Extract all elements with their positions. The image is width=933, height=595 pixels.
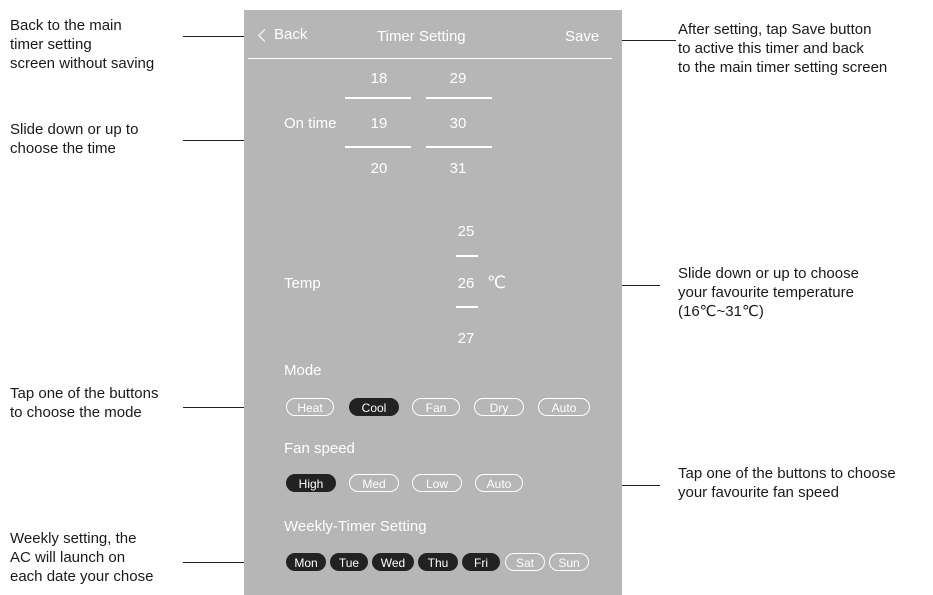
header-divider [248, 58, 612, 59]
hour-selected: 19 [370, 115, 388, 132]
day-mon-button[interactable]: Mon [286, 553, 326, 571]
day-thu-button[interactable]: Thu [418, 553, 458, 571]
annotation-line: choose the time [10, 140, 116, 157]
fan-high-button[interactable]: High [286, 474, 336, 492]
hour-option: 20 [370, 160, 388, 177]
annotation-time: Slide down or up to choose the time [10, 120, 138, 158]
fan-speed-label: Fan speed [284, 440, 355, 457]
day-wed-button[interactable]: Wed [372, 553, 414, 571]
annotation-line: AC will launch on [10, 549, 126, 566]
picker-select-line [456, 306, 478, 308]
annotation-save: After setting, tap Save button to active… [678, 20, 887, 77]
annotation-line: Back to the main [10, 17, 122, 34]
picker-select-line [456, 255, 478, 257]
celsius-unit: ℃ [487, 273, 507, 292]
mode-cool-button[interactable]: Cool [349, 398, 399, 416]
temp-option: 25 [457, 223, 475, 240]
picker-select-line [345, 97, 411, 99]
annotation-temp: Slide down or up to choose your favourit… [678, 264, 859, 321]
weekly-label: Weekly-Timer Setting [284, 518, 427, 535]
picker-select-line [426, 97, 492, 99]
picker-select-line [345, 146, 411, 148]
mode-fan-button[interactable]: Fan [412, 398, 460, 416]
fan-med-button[interactable]: Med [349, 474, 399, 492]
mode-heat-button[interactable]: Heat [286, 398, 334, 416]
mode-dry-button[interactable]: Dry [474, 398, 524, 416]
temp-option: 27 [457, 330, 475, 347]
back-label: Back [274, 26, 308, 43]
annotation-fan: Tap one of the buttons to choose your fa… [678, 464, 896, 502]
annotation-back: Back to the main timer setting screen wi… [10, 16, 154, 73]
annotation-line: Slide down or up to [10, 121, 139, 138]
annotation-line: Slide down or up to choose [678, 265, 859, 282]
hour-option: 18 [370, 70, 388, 87]
annotation-mode: Tap one of the buttons to choose the mod… [10, 384, 158, 422]
annotation-line: to choose the mode [10, 404, 142, 421]
minute-option: 29 [449, 70, 467, 87]
mode-label: Mode [284, 362, 322, 379]
annotation-line: to active this timer and back [678, 40, 864, 57]
annotation-line: Tap one of the buttons to choose [678, 465, 896, 482]
annotation-line: each date your chose [10, 568, 154, 585]
minute-selected: 30 [449, 115, 467, 132]
annotation-line: After setting, tap Save button [678, 21, 872, 38]
save-button[interactable]: Save [565, 28, 599, 45]
temp-label: Temp [284, 275, 321, 292]
back-button[interactable]: Back [254, 24, 324, 48]
mode-auto-button[interactable]: Auto [538, 398, 590, 416]
minute-option: 31 [449, 160, 467, 177]
day-sun-button[interactable]: Sun [549, 553, 589, 571]
annotation-line: Tap one of the buttons [10, 385, 159, 402]
annotation-line: Weekly setting, the [10, 530, 137, 547]
temp-selected: 26 [457, 275, 475, 292]
chevron-left-icon [258, 29, 271, 42]
annotation-line: (16℃~31℃) [678, 303, 764, 320]
annotation-weekly: Weekly setting, the AC will launch on ea… [10, 529, 153, 586]
on-time-label: On time [284, 115, 337, 132]
picker-select-line [426, 146, 492, 148]
day-sat-button[interactable]: Sat [505, 553, 545, 571]
fan-low-button[interactable]: Low [412, 474, 462, 492]
day-fri-button[interactable]: Fri [462, 553, 500, 571]
annotation-line: to the main timer setting screen [678, 59, 888, 76]
annotation-line: screen without saving [10, 55, 155, 72]
page-title: Timer Setting [377, 28, 466, 45]
fan-auto-button[interactable]: Auto [475, 474, 523, 492]
annotation-line: your favourite temperature [678, 284, 854, 301]
timer-setting-screen: Back Timer Setting Save On time 18 19 20… [244, 10, 622, 595]
annotation-line: timer setting [10, 36, 92, 53]
day-tue-button[interactable]: Tue [330, 553, 368, 571]
annotation-line: your favourite fan speed [678, 484, 839, 501]
